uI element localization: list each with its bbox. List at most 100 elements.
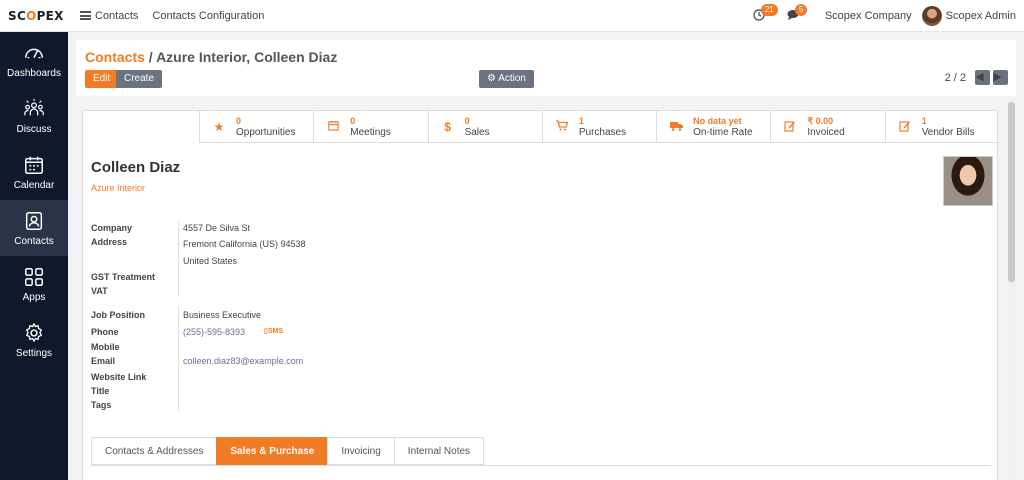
action-label: Action (498, 73, 526, 84)
job-position-value: Business Executive (183, 310, 262, 320)
on-time-rate-button[interactable]: No data yet On-time Rate (656, 111, 770, 143)
meetings-button[interactable]: 0 Meetings (313, 111, 427, 143)
chat-icon[interactable]: 5 (787, 4, 808, 23)
sidebar-item-discuss[interactable]: Discuss (0, 88, 68, 144)
smart-button-box: ★ 0 Opportunities 0 Meetings $ 0 Sales 1 Pur… (199, 111, 999, 143)
activity-count-badge: 21 (760, 4, 778, 16)
clock-icon[interactable]: 21 (753, 4, 778, 23)
sidebar-item-label: Apps (22, 291, 46, 303)
smart-button-value: 0 (236, 115, 242, 126)
smart-button-label: Purchases (578, 126, 627, 138)
phone-label: Phone (91, 327, 119, 337)
address-label: Address (91, 237, 128, 247)
breadcrumb-contacts-link[interactable]: Contacts (85, 49, 145, 65)
pager-next-button[interactable]: ▶ (993, 70, 1008, 85)
mobile-label: Mobile (91, 342, 120, 352)
pager: 2 / 2 ◀ ▶ (945, 70, 1008, 85)
cart-icon (555, 120, 569, 134)
tab-internal-notes[interactable]: Internal Notes (393, 437, 485, 465)
sidebar-item-apps[interactable]: Apps (0, 256, 68, 312)
dollar-icon: $ (444, 120, 451, 134)
nav-contacts[interactable]: Contacts (95, 10, 138, 22)
company-switcher[interactable]: Scopex Company (825, 10, 912, 22)
city-state-zip-value: Fremont California (US) 94538 (183, 239, 306, 249)
sidebar-item-label: Discuss (16, 123, 52, 135)
tab-contacts-addresses[interactable]: Contacts & Addresses (91, 437, 218, 465)
notebook-tabs: Contacts & Addresses Sales & Purchase In… (91, 437, 485, 465)
company-address-label: Company (91, 223, 133, 233)
phone-value[interactable]: (255)-595-8393 (183, 327, 245, 337)
street-value: 4557 De Silva St (183, 223, 251, 233)
star-icon: ★ (213, 120, 225, 134)
smart-button-label: Opportunities (236, 126, 296, 138)
website-link-label: Website Link (91, 372, 147, 382)
scrollbar-thumb[interactable] (1008, 102, 1015, 282)
tags-label: Tags (91, 400, 112, 410)
nav-contacts-configuration[interactable]: Contacts Configuration (152, 10, 264, 22)
edit-button[interactable]: Edit (85, 70, 119, 88)
sidebar-item-calendar[interactable]: Calendar (0, 144, 68, 200)
email-value[interactable]: colleen.diaz83@example.com (183, 356, 303, 366)
tab-sales-purchase[interactable]: Sales & Purchase (216, 437, 329, 465)
purchases-button[interactable]: 1 Purchases (541, 111, 656, 143)
smart-button-value: 1 (578, 115, 584, 126)
sms-button[interactable]: ▯SMS (264, 327, 283, 335)
smart-button-value: 1 (921, 115, 927, 126)
truck-icon (669, 120, 683, 134)
gauge-icon (25, 48, 43, 58)
contact-photo[interactable] (943, 156, 993, 206)
chevron-left-icon: ◀ (975, 71, 984, 83)
sidebar-item-label: Settings (15, 347, 53, 359)
country-value: United States (183, 256, 238, 266)
sidebar-item-dashboards[interactable]: Dashboards (0, 32, 68, 88)
smart-button-value: 0 (350, 115, 356, 126)
menu-icon[interactable] (80, 11, 91, 20)
opportunities-button[interactable]: ★ 0 Opportunities (199, 111, 313, 143)
page-scrollbar[interactable] (1008, 102, 1015, 480)
smart-button-value: ₹ 0.00 (807, 115, 834, 126)
sms-label: SMS (267, 328, 284, 335)
breadcrumb-current: Azure Interior, Colleen Diaz (156, 49, 338, 65)
title-label: Title (91, 386, 110, 396)
smart-button-label: On-time Rate (693, 126, 753, 138)
top-navbar: SCOPEX Contacts Contacts Configuration 2… (0, 0, 1024, 32)
contact-name: Colleen Diaz (91, 159, 181, 176)
job-position-label: Job Position (91, 310, 145, 320)
pager-previous-button[interactable]: ◀ (975, 70, 990, 85)
sales-button[interactable]: $ 0 Sales (427, 111, 542, 143)
contact-card-icon (25, 211, 43, 230)
user-avatar[interactable] (921, 6, 942, 26)
vendor-bills-button[interactable]: 1 Vendor Bills (884, 111, 999, 143)
vat-label: VAT (91, 286, 108, 296)
logo-text-o: O (26, 8, 37, 23)
parent-company-link[interactable]: Azure Interior (91, 183, 145, 193)
top-menu: Contacts Contacts Configuration (91, 10, 264, 22)
tab-underline (91, 465, 991, 466)
calendar-icon (326, 120, 340, 134)
email-label: Email (91, 356, 116, 366)
gst-treatment-label: GST Treatment (91, 272, 156, 282)
sidebar-item-label: Calendar (13, 179, 55, 191)
grid-icon (25, 267, 43, 286)
pager-value[interactable]: 2 / 2 (945, 72, 966, 84)
edit-icon (783, 120, 797, 135)
create-button[interactable]: Create (116, 70, 163, 88)
user-menu[interactable]: Scopex Admin (946, 10, 1016, 22)
invoiced-button[interactable]: ₹ 0.00 Invoiced (770, 111, 884, 143)
logo-text-suffix: PEX (36, 8, 64, 23)
breadcrumb-separator: / (144, 49, 157, 65)
sidebar-item-settings[interactable]: Settings (0, 312, 68, 368)
sidebar-item-contacts[interactable]: Contacts (0, 200, 68, 256)
form-sheet: ★ 0 Opportunities 0 Meetings $ 0 Sales 1 Pur… (82, 110, 999, 480)
smart-button-value: 0 (464, 115, 470, 126)
top-right-systray: 21 5 Scopex Company Scopex Admin (753, 0, 1016, 32)
logo-text-prefix: SC (8, 8, 27, 23)
tab-invoicing[interactable]: Invoicing (327, 437, 395, 465)
brand-logo[interactable]: SCOPEX (0, 9, 68, 23)
action-button[interactable]: ⚙ Action (479, 70, 534, 88)
smart-button-value: No data yet (693, 115, 742, 126)
edit-icon (898, 120, 912, 135)
gear-icon: ⚙ (487, 73, 496, 84)
chevron-right-icon: ▶ (993, 71, 1002, 83)
smart-button-label: Meetings (350, 126, 391, 138)
